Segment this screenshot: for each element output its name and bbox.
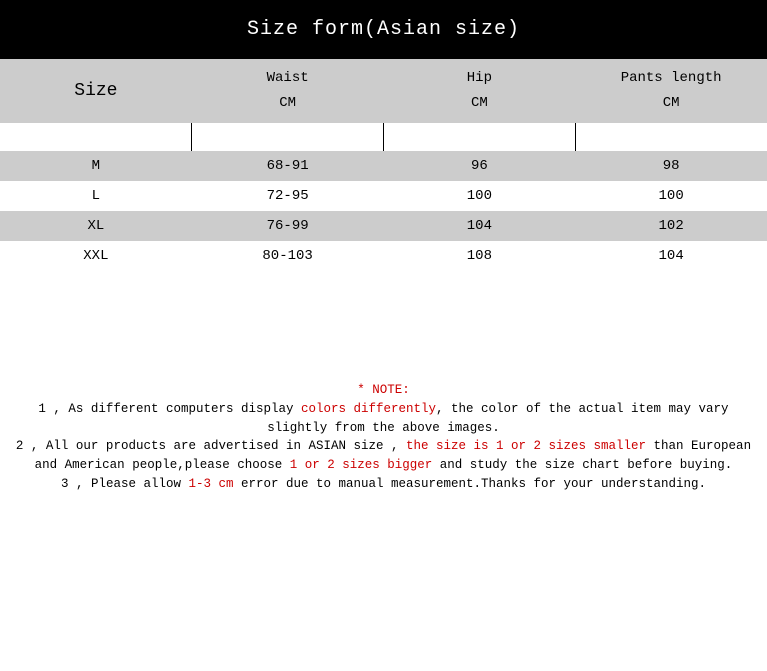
header-size: Size: [0, 59, 192, 123]
table-row: XXL 80-103 108 104: [0, 241, 767, 271]
cell-waist: 72-95: [192, 181, 384, 211]
cell-waist: 80-103: [192, 241, 384, 271]
size-table: Size Waist CM Hip CM Pants length CM M 6…: [0, 59, 767, 271]
header-pants: Pants length CM: [575, 59, 767, 123]
cell-pants: 100: [575, 181, 767, 211]
cell-size: XXL: [0, 241, 192, 271]
header-waist: Waist CM: [192, 59, 384, 123]
cell-hip: 100: [384, 181, 576, 211]
table-row: L 72-95 100 100: [0, 181, 767, 211]
note-heading: * NOTE:: [6, 381, 761, 400]
cell-pants: 104: [575, 241, 767, 271]
note-1-b: colors differently: [301, 402, 436, 416]
cell-hip: 108: [384, 241, 576, 271]
header-waist-unit: CM: [192, 91, 384, 116]
title-text: Size form(Asian size): [247, 18, 520, 41]
note-1-a: 1 , As different computers display: [38, 402, 301, 416]
cell-hip: 104: [384, 211, 576, 241]
header-waist-label: Waist: [192, 66, 384, 91]
table-header-row: Size Waist CM Hip CM Pants length CM: [0, 59, 767, 123]
cell-hip: 96: [384, 151, 576, 181]
header-pants-unit: CM: [575, 91, 767, 116]
cell-size: XL: [0, 211, 192, 241]
cell-pants: 98: [575, 151, 767, 181]
cell-size: L: [0, 181, 192, 211]
header-hip-unit: CM: [384, 91, 576, 116]
note-1: 1 , As different computers display color…: [6, 400, 761, 438]
note-3: 3 , Please allow 1-3 cm error due to man…: [6, 475, 761, 494]
notes-block: * NOTE: 1 , As different computers displ…: [0, 381, 767, 504]
cell-waist: 68-91: [192, 151, 384, 181]
title-bar: Size form(Asian size): [0, 0, 767, 59]
table-row: M 68-91 96 98: [0, 151, 767, 181]
header-hip: Hip CM: [384, 59, 576, 123]
note-3-b: 1-3 cm: [188, 477, 233, 491]
cell-waist: 76-99: [192, 211, 384, 241]
header-hip-label: Hip: [384, 66, 576, 91]
header-pants-label: Pants length: [575, 66, 767, 91]
table-row: XL 76-99 104 102: [0, 211, 767, 241]
note-2-d: 1 or 2 sizes bigger: [290, 458, 433, 472]
cell-pants: 102: [575, 211, 767, 241]
note-2-b: the size is 1 or 2 sizes smaller: [406, 439, 646, 453]
cell-size: M: [0, 151, 192, 181]
note-3-c: error due to manual measurement.Thanks f…: [233, 477, 706, 491]
note-3-a: 3 , Please allow: [61, 477, 189, 491]
table-blank-row: [0, 123, 767, 151]
note-2: 2 , All our products are advertised in A…: [6, 437, 761, 475]
note-2-e: and study the size chart before buying.: [432, 458, 732, 472]
note-2-a: 2 , All our products are advertised in A…: [16, 439, 406, 453]
